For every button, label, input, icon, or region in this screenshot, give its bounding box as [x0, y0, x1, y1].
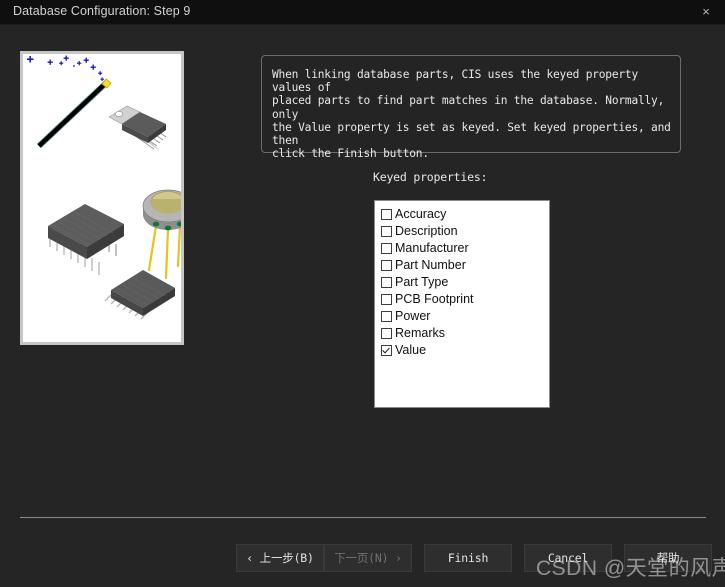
checkbox-manufacturer[interactable]: [381, 243, 392, 254]
checkbox-pcb-footprint[interactable]: [381, 294, 392, 305]
wizard-illustration-panel: [20, 51, 184, 345]
checkbox-part-type[interactable]: [381, 277, 392, 288]
list-item[interactable]: PCB Footprint: [381, 291, 549, 308]
list-item[interactable]: Power: [381, 308, 549, 325]
list-item[interactable]: Description: [381, 223, 549, 240]
list-item-label: Remarks: [395, 326, 446, 340]
help-button[interactable]: 帮助: [624, 544, 712, 572]
title-bar: Database Configuration: Step 9 ×: [0, 0, 725, 25]
list-item-label: Manufacturer: [395, 241, 469, 255]
window-title: Database Configuration: Step 9: [13, 4, 191, 18]
list-item-label: Part Type: [395, 275, 449, 289]
checkbox-value[interactable]: [381, 345, 392, 356]
cancel-button[interactable]: Cancel: [524, 544, 612, 572]
list-item[interactable]: Accuracy: [381, 206, 549, 223]
list-item-label: Part Number: [395, 258, 466, 272]
list-item-label: PCB Footprint: [395, 292, 474, 306]
list-item-label: Value: [395, 343, 427, 357]
checkbox-description[interactable]: [381, 226, 392, 237]
next-button: 下一页(N) ›: [324, 544, 412, 572]
close-icon[interactable]: ×: [693, 2, 719, 22]
list-item-label: Description: [395, 224, 458, 238]
list-item[interactable]: Part Number: [381, 257, 549, 274]
list-item[interactable]: Value: [381, 342, 549, 359]
list-item-label: Power: [395, 309, 431, 323]
checkbox-part-number[interactable]: [381, 260, 392, 271]
keyed-properties-label: Keyed properties:: [373, 170, 488, 184]
keyed-properties-list[interactable]: Accuracy Description Manufacturer Part N…: [374, 200, 550, 408]
checkbox-power[interactable]: [381, 311, 392, 322]
footer-separator: [20, 517, 706, 518]
wizard-illustration: [23, 54, 181, 342]
checkbox-remarks[interactable]: [381, 328, 392, 339]
finish-button[interactable]: Finish: [424, 544, 512, 572]
list-item-label: Accuracy: [395, 207, 447, 221]
list-item[interactable]: Part Type: [381, 274, 549, 291]
checkbox-accuracy[interactable]: [381, 209, 392, 220]
description-panel: When linking database parts, CIS uses th…: [261, 55, 681, 160]
description-text: When linking database parts, CIS uses th…: [272, 68, 671, 161]
list-item[interactable]: Manufacturer: [381, 240, 549, 257]
list-item[interactable]: Remarks: [381, 325, 549, 342]
back-button[interactable]: ‹ 上一步(B): [236, 544, 324, 572]
